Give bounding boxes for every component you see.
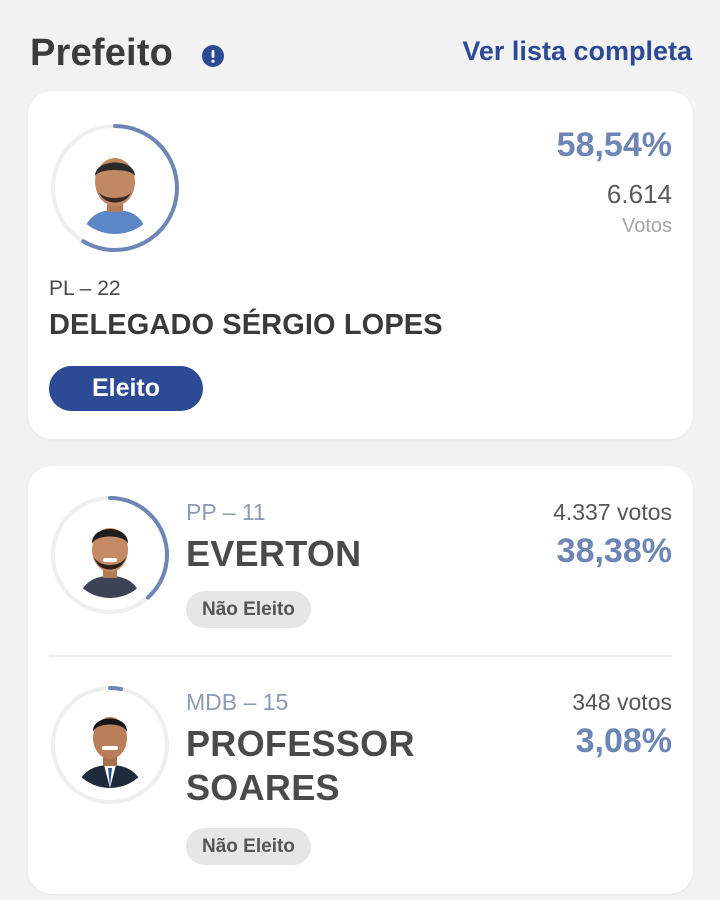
section-title: Prefeito [30,32,174,74]
section-header: Prefeito Ver lista completa [28,28,692,78]
candidate-photo [67,702,153,788]
party-number: PL – 22 [49,277,121,300]
candidate-name: PROFESSOR SOARES [186,722,415,810]
candidate-avatar [49,684,171,806]
election-results-page: Prefeito Ver lista completa 58,54% 6.614… [0,0,720,900]
candidate-photo [69,142,161,234]
vote-count-label: Votos [621,215,672,237]
status-badge: Eleito [49,366,203,411]
candidates-card: PP – 11 EVERTON 4.337 votos 38,38% Não E… [28,466,693,894]
status-badge: Não Eleito [186,828,311,865]
vote-count: 6.614 [606,179,672,209]
candidate-avatar [49,494,171,616]
candidate-photo [67,512,153,598]
vote-percentage: 3,08% [575,722,672,760]
vote-percentage: 38,38% [556,532,672,570]
list-item[interactable]: MDB – 15 PROFESSOR SOARES 348 votos 3,08… [28,656,693,894]
vote-count: 348 votos [572,689,672,715]
vote-percentage: 58,54% [556,126,672,164]
candidate-avatar [49,122,181,254]
vote-count: 4.337 votos [553,499,672,525]
party-number: PP – 11 [186,499,266,525]
candidate-name-line: SOARES [186,767,340,808]
winner-card[interactable]: 58,54% 6.614 Votos PL – 22 DELEGADO SÉRG… [28,91,693,439]
list-item[interactable]: PP – 11 EVERTON 4.337 votos 38,38% Não E… [28,466,693,656]
candidate-name-line: PROFESSOR [186,723,415,764]
view-full-list-link[interactable]: Ver lista completa [462,36,692,67]
candidate-name: DELEGADO SÉRGIO LOPES [49,309,443,341]
party-number: MDB – 15 [186,689,289,715]
status-badge: Não Eleito [186,591,311,628]
candidate-name: EVERTON [186,533,362,574]
info-icon[interactable] [202,45,224,67]
